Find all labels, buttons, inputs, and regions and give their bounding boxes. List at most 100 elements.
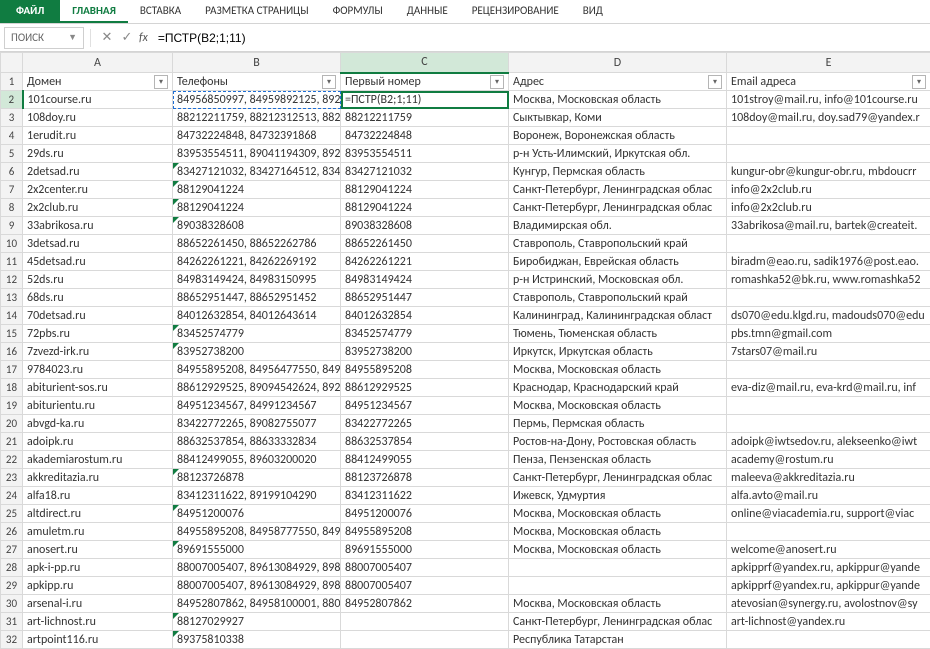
cell[interactable] [509, 559, 727, 577]
cell[interactable]: 33abrikosa@mail.ru, bartek@createit. [727, 217, 930, 235]
cell[interactable]: abiturientu.ru [23, 397, 173, 415]
cell[interactable]: 88129041224 [341, 199, 509, 217]
cell[interactable]: biradm@eao.ru, sadik1976@post.eao. [727, 253, 930, 271]
cell[interactable]: alfa.avto@mail.ru [727, 487, 930, 505]
row-header[interactable]: 30 [1, 595, 23, 613]
cell[interactable]: info@2x2club.ru [727, 199, 930, 217]
cell[interactable]: apkipp.ru [23, 577, 173, 595]
row-header[interactable]: 27 [1, 541, 23, 559]
cell[interactable]: Москва, Московская область [509, 361, 727, 379]
row-header[interactable]: 7 [1, 181, 23, 199]
cell[interactable]: 84951234567 [341, 397, 509, 415]
cell[interactable]: 84955895208, 84956477550, 8495 [173, 361, 341, 379]
cell[interactable]: 88123726878 [341, 469, 509, 487]
cell[interactable]: 84951200076 [341, 505, 509, 523]
cell[interactable]: 83427121032, 83427164512, 8342 [173, 163, 341, 181]
header-cell[interactable]: Первый номер▾ [341, 73, 509, 91]
cell[interactable]: 2x2club.ru [23, 199, 173, 217]
cell[interactable] [727, 631, 930, 649]
row-header[interactable]: 8 [1, 199, 23, 217]
cell[interactable]: 88129041224 [173, 199, 341, 217]
ribbon-tab-home[interactable]: ГЛАВНАЯ [60, 0, 128, 23]
cell[interactable]: Ставрополь, Ставропольский край [509, 289, 727, 307]
cell[interactable]: 88412499055, 89603200020 [173, 451, 341, 469]
cell[interactable] [341, 613, 509, 631]
cell[interactable]: 84952807862 [341, 595, 509, 613]
header-cell[interactable]: Телефоны▾ [173, 73, 341, 91]
cell[interactable]: =ПСТР(B2;1;11) [341, 91, 509, 109]
cell[interactable]: Санкт-Петербург, Ленинградская облас [509, 181, 727, 199]
cell[interactable]: 83422772265 [341, 415, 509, 433]
row-header[interactable]: 18 [1, 379, 23, 397]
cell[interactable]: 89691555000 [341, 541, 509, 559]
cell[interactable]: 88129041224 [173, 181, 341, 199]
row-header[interactable]: 25 [1, 505, 23, 523]
cell[interactable]: kungur-obr@kungur-obr.ru, mbdoucrr [727, 163, 930, 181]
cell[interactable]: 88652951447 [341, 289, 509, 307]
row-header[interactable]: 11 [1, 253, 23, 271]
cell[interactable]: 84951200076 [173, 505, 341, 523]
cell[interactable]: eva-diz@mail.ru, eva-krd@mail.ru, inf [727, 379, 930, 397]
cell[interactable]: Воронеж, Воронежская область [509, 127, 727, 145]
cell[interactable]: anosert.ru [23, 541, 173, 559]
row-header[interactable]: 28 [1, 559, 23, 577]
cell[interactable]: art-lichnost@yandex.ru [727, 613, 930, 631]
cell[interactable]: 68ds.ru [23, 289, 173, 307]
row-header[interactable]: 16 [1, 343, 23, 361]
cell[interactable]: 88632537854 [341, 433, 509, 451]
cell[interactable]: 84955895208 [341, 361, 509, 379]
cell[interactable]: Краснодар, Краснодарский край [509, 379, 727, 397]
cell[interactable]: 33abrikosa.ru [23, 217, 173, 235]
col-header-A[interactable]: A [23, 53, 173, 73]
row-header[interactable]: 13 [1, 289, 23, 307]
ribbon-tab-layout[interactable]: РАЗМЕТКА СТРАНИЦЫ [193, 0, 321, 23]
cell[interactable] [727, 145, 930, 163]
accept-formula-button[interactable]: ✓ [117, 30, 137, 45]
filter-dropdown-icon[interactable]: ▾ [154, 75, 168, 89]
row-header[interactable]: 20 [1, 415, 23, 433]
cell[interactable] [727, 361, 930, 379]
cell[interactable]: 89038328608 [173, 217, 341, 235]
cell[interactable]: adoipk@iwtsedov.ru, alekseenko@iwt [727, 433, 930, 451]
ribbon-tab-formulas[interactable]: ФОРМУЛЫ [321, 0, 395, 23]
cell[interactable]: apk-i-pp.ru [23, 559, 173, 577]
row-header[interactable]: 4 [1, 127, 23, 145]
cell[interactable]: р-н Усть-Илимский, Иркутская обл. [509, 145, 727, 163]
cell[interactable]: arsenal-i.ru [23, 595, 173, 613]
cell[interactable]: р-н Истринский, Московская обл. [509, 271, 727, 289]
ribbon-tab-review[interactable]: РЕЦЕНЗИРОВАНИЕ [460, 0, 571, 23]
row-header[interactable]: 26 [1, 523, 23, 541]
cell[interactable]: 84955895208, 84958777550, 8495 [173, 523, 341, 541]
cell[interactable]: 45detsad.ru [23, 253, 173, 271]
cell[interactable]: 72pbs.ru [23, 325, 173, 343]
cell[interactable]: Москва, Московская область [509, 397, 727, 415]
cell[interactable]: Москва, Московская область [509, 541, 727, 559]
cell[interactable]: 84262261221 [341, 253, 509, 271]
cell[interactable]: 7stars07@mail.ru [727, 343, 930, 361]
cell[interactable]: 84952807862, 84958100001, 8800 [173, 595, 341, 613]
cell[interactable]: 84732224848 [341, 127, 509, 145]
filter-dropdown-icon[interactable]: ▾ [912, 75, 926, 89]
cell[interactable]: 7zvezd-irk.ru [23, 343, 173, 361]
row-header[interactable]: 12 [1, 271, 23, 289]
formula-input[interactable] [154, 29, 930, 47]
cell[interactable]: academy@rostum.ru [727, 451, 930, 469]
cell[interactable]: 84012632854 [341, 307, 509, 325]
cell[interactable]: Кунгур, Пермская область [509, 163, 727, 181]
cell[interactable]: art-lichnost.ru [23, 613, 173, 631]
cell[interactable]: 83953554511 [341, 145, 509, 163]
ribbon-tab-view[interactable]: ВИД [571, 0, 615, 23]
cell[interactable]: 101course.ru [23, 91, 173, 109]
row-header[interactable]: 23 [1, 469, 23, 487]
cell[interactable]: ds070@edu.klgd.ru, madouds070@edu [727, 307, 930, 325]
cell[interactable] [727, 523, 930, 541]
cell[interactable]: 84983149424, 84983150995 [173, 271, 341, 289]
cell[interactable]: 2detsad.ru [23, 163, 173, 181]
cell[interactable]: apkipprf@yandex.ru, apkippur@yande [727, 559, 930, 577]
cell[interactable] [341, 631, 509, 649]
cell[interactable]: pbs.tmn@gmail.com [727, 325, 930, 343]
row-header[interactable]: 22 [1, 451, 23, 469]
cell[interactable] [727, 127, 930, 145]
cell[interactable]: Санкт-Петербург, Ленинградская облас [509, 613, 727, 631]
cell[interactable]: altdirect.ru [23, 505, 173, 523]
